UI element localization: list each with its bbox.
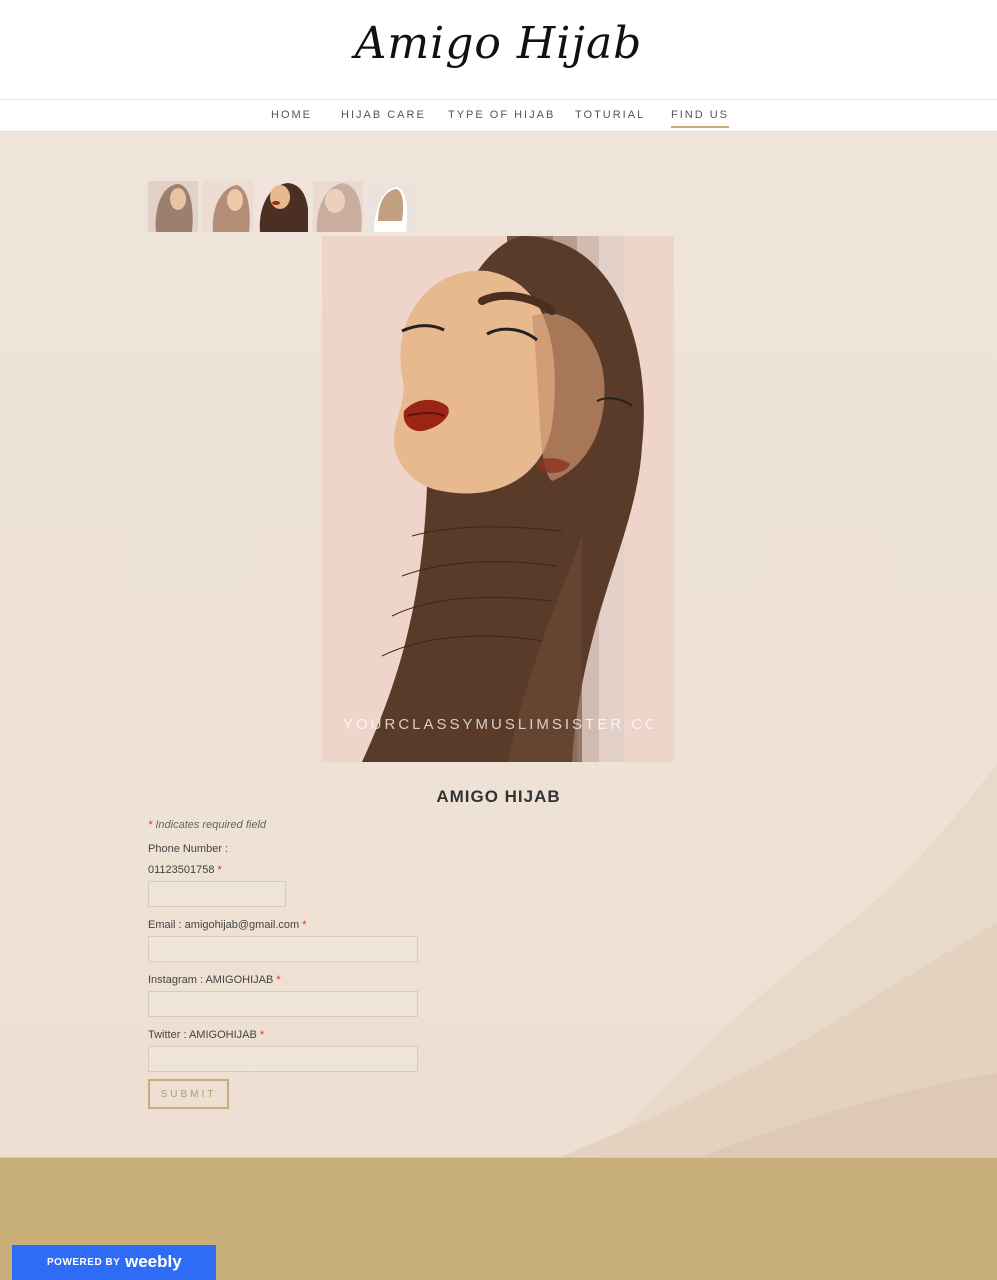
image-watermark: YOURCLASSYMUSLIMSISTER.COM xyxy=(343,716,653,733)
hero-illustration[interactable] xyxy=(322,236,674,762)
twitter-input[interactable] xyxy=(148,1046,418,1072)
email-label-text: Email : amigohijab@gmail.com xyxy=(148,919,300,931)
nav-hijab-care[interactable]: HIJAB CARE xyxy=(341,109,426,121)
main-nav: HOME HIJAB CARE TYPE OF HIJAB TOTURIAL F… xyxy=(0,100,997,132)
gallery-thumbnail[interactable] xyxy=(258,181,308,232)
nav-home[interactable]: HOME xyxy=(271,109,312,121)
required-note: * Indicates required field xyxy=(148,819,266,831)
twitter-label-text: Twitter : AMIGOHIJAB xyxy=(148,1029,257,1041)
instagram-label-text: Instagram : AMIGOHIJAB xyxy=(148,974,274,986)
required-marker: * xyxy=(148,819,153,831)
phone-label-line1: Phone Number : xyxy=(148,843,229,855)
gallery-thumbnail[interactable] xyxy=(313,181,363,232)
required-note-text: Indicates required field xyxy=(155,819,267,831)
submit-button[interactable]: SUBMIT xyxy=(148,1079,229,1109)
nav-find-us[interactable]: FIND US xyxy=(671,109,729,128)
phone-label-line2: 01123501758 * xyxy=(148,864,222,876)
site-header: Amigo Hijab xyxy=(0,0,997,100)
nav-toturial[interactable]: TOTURIAL xyxy=(575,109,645,121)
form-title: AMIGO HIJAB xyxy=(436,787,561,806)
required-marker: * xyxy=(217,864,222,876)
required-marker: * xyxy=(259,1029,265,1041)
powered-by-weebly-badge[interactable]: POWERED BY weebly xyxy=(12,1245,216,1280)
instagram-input[interactable] xyxy=(148,991,418,1017)
gallery-thumbnail[interactable] xyxy=(203,181,253,232)
badge-prefix: POWERED BY xyxy=(47,1257,121,1268)
phone-input[interactable] xyxy=(148,881,286,907)
twitter-label: Twitter : AMIGOHIJAB * xyxy=(148,1029,264,1041)
email-label: Email : amigohijab@gmail.com * xyxy=(148,919,307,931)
main-content: YOURCLASSYMUSLIMSISTER.COM AMIGO HIJAB *… xyxy=(0,133,997,1157)
badge-brand: weebly xyxy=(125,1252,182,1271)
required-marker: * xyxy=(302,919,307,931)
gallery-thumbnail[interactable] xyxy=(148,181,198,232)
required-marker: * xyxy=(276,974,281,986)
instagram-label: Instagram : AMIGOHIJAB * xyxy=(148,974,281,986)
nav-type-of-hijab[interactable]: TYPE OF HIJAB xyxy=(448,109,555,121)
site-logo[interactable]: Amigo Hijab xyxy=(0,18,997,69)
gallery-thumbnail[interactable] xyxy=(368,181,418,232)
email-input[interactable] xyxy=(148,936,418,962)
phone-number-text: 01123501758 xyxy=(148,864,215,876)
